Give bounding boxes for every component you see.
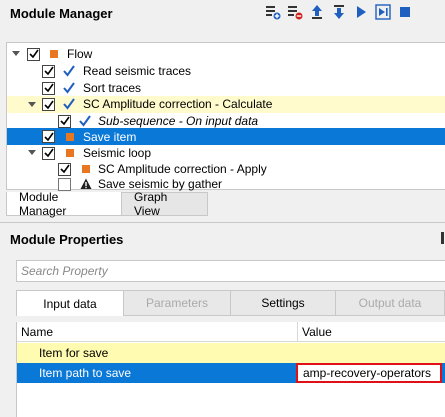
tree-item-label: Flow	[67, 47, 93, 61]
move-up-icon[interactable]	[308, 3, 326, 21]
check-icon	[63, 82, 75, 94]
tree-item-sc-amplitude-calculate[interactable]: SC Amplitude correction - Calculate	[7, 96, 445, 113]
tree-item-sc-amplitude-apply[interactable]: SC Amplitude correction - Apply	[7, 161, 445, 177]
warning-icon	[80, 178, 92, 190]
tab-label: Parameters	[145, 296, 209, 310]
property-grid: Name Value Item for save Item path to sa…	[16, 322, 445, 417]
tab-output-data[interactable]: Output data	[336, 290, 445, 316]
panel-divider	[0, 222, 445, 223]
add-module-icon[interactable]	[264, 3, 282, 21]
check-icon	[63, 98, 75, 110]
property-name: Item for save	[39, 346, 109, 360]
property-row-item-for-save[interactable]: Item for save	[17, 343, 445, 363]
module-square-icon	[50, 50, 58, 58]
panel-handle-icon[interactable]	[441, 232, 444, 244]
tab-parameters[interactable]: Parameters	[124, 290, 231, 316]
tree-item-label: SC Amplitude correction - Calculate	[83, 97, 273, 111]
module-square-icon	[82, 165, 90, 173]
module-toolbar	[264, 3, 414, 21]
module-manager-title: Module Manager	[10, 6, 113, 21]
checkbox[interactable]	[42, 81, 55, 95]
remove-module-icon[interactable]	[286, 3, 304, 21]
chevron-down-icon[interactable]	[27, 145, 37, 161]
run-to-selected-icon[interactable]	[374, 3, 392, 21]
column-header-value: Value	[302, 325, 332, 339]
property-row-item-path-to-save[interactable]: Item path to save amp-recovery-operators	[17, 363, 445, 383]
checkbox[interactable]	[58, 114, 71, 128]
chevron-down-icon[interactable]	[27, 97, 37, 113]
tree-item-flow[interactable]: Flow	[7, 46, 445, 62]
tab-label: Output data	[358, 296, 422, 310]
tree-item-label: Sort traces	[83, 81, 142, 95]
checkbox[interactable]	[42, 64, 55, 78]
tree-item-seismic-loop[interactable]: Seismic loop	[7, 145, 445, 161]
tree-item-label: Seismic loop	[83, 146, 152, 160]
tree-item-label: Sub-sequence - On input data	[98, 114, 259, 128]
module-properties-title: Module Properties	[10, 232, 124, 247]
tab-graph-view[interactable]: Graph View	[122, 190, 208, 218]
column-header-name: Name	[21, 325, 54, 339]
checkbox[interactable]	[42, 98, 55, 111]
check-icon	[79, 115, 91, 127]
check-icon	[63, 65, 75, 77]
tree-item-sort-traces[interactable]: Sort traces	[7, 80, 445, 96]
tree-item-label: SC Amplitude correction - Apply	[98, 162, 267, 176]
checkbox[interactable]	[58, 162, 71, 176]
tree-item-label: Save seismic by gather	[98, 177, 223, 191]
move-down-icon[interactable]	[330, 3, 348, 21]
property-value-field[interactable]: amp-recovery-operators	[296, 363, 442, 383]
tab-settings[interactable]: Settings	[231, 290, 336, 316]
tree-item-label: Read seismic traces	[83, 64, 192, 78]
chevron-down-icon[interactable]	[11, 46, 21, 62]
tab-label: Module Manager	[19, 189, 67, 218]
tree-item-label: Save item	[83, 130, 137, 144]
search-property-input[interactable]: Search Property	[16, 260, 445, 282]
module-square-icon	[66, 133, 74, 141]
tab-input-data[interactable]: Input data	[16, 290, 124, 316]
module-square-icon	[66, 149, 74, 157]
grid-header: Name Value	[17, 322, 445, 342]
tab-label: Input data	[43, 296, 97, 311]
tab-label: Graph View	[134, 190, 168, 218]
tree-item-sub-sequence[interactable]: Sub-sequence - On input data	[7, 113, 445, 129]
tree-item-read-seismic[interactable]: Read seismic traces	[7, 63, 445, 79]
properties-tabs: Input data Parameters Settings Output da…	[16, 290, 445, 316]
checkbox[interactable]	[42, 130, 55, 143]
tab-label: Settings	[261, 296, 305, 310]
checkbox[interactable]	[27, 47, 40, 61]
checkbox[interactable]	[42, 146, 55, 160]
stop-icon[interactable]	[396, 3, 414, 21]
tree-item-save-item[interactable]: Save item	[7, 128, 445, 145]
property-name: Item path to save	[39, 366, 132, 380]
module-tree: Flow Read seismic traces Sort traces SC	[6, 42, 445, 191]
tab-module-manager[interactable]: Module Manager	[6, 189, 122, 218]
module-manager-tabs: Module Manager Graph View	[6, 189, 208, 218]
run-icon[interactable]	[352, 3, 370, 21]
column-divider[interactable]	[297, 322, 298, 342]
